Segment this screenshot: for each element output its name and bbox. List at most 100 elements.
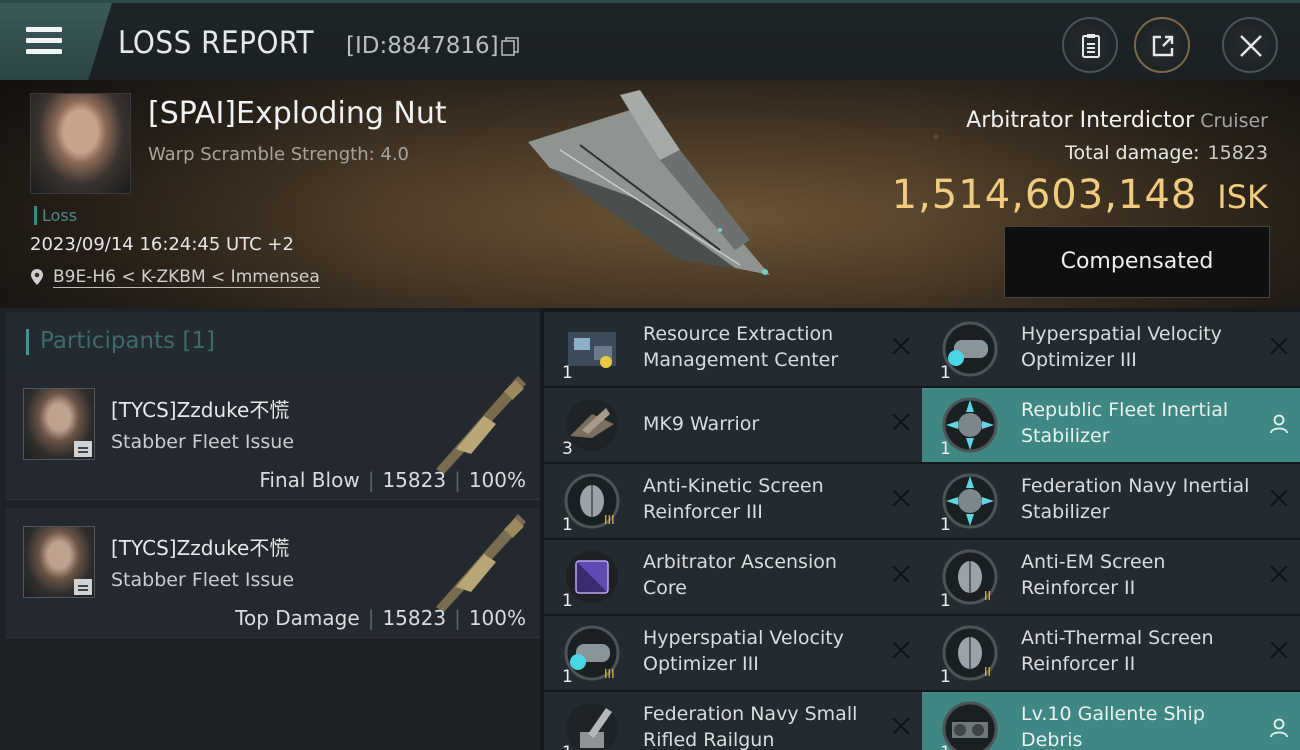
participant-name: [TYCS]Zzduke不慌	[111, 536, 290, 560]
participant-damage: 15823	[382, 468, 447, 492]
participant-avatar[interactable]	[23, 526, 95, 598]
item-slot[interactable]: 1 Arbitrator Ascension Core	[544, 540, 922, 614]
compensated-button[interactable]: Compensated	[1004, 226, 1270, 298]
participant-avatar[interactable]	[23, 388, 95, 460]
item-name: Federation Navy Small Rifled Railgun	[643, 703, 858, 750]
destroyed-icon	[892, 565, 910, 583]
top-bar: LOSS REPORT [ID:8847816]	[0, 0, 1300, 83]
item-quantity: 1	[940, 363, 951, 383]
victim-portrait[interactable]	[30, 93, 131, 194]
share-icon	[1152, 35, 1174, 57]
weapon-icon	[436, 514, 526, 612]
item-name: Republic Fleet Inertial Stabilizer	[1021, 399, 1229, 447]
participants-title: Participants [1]	[40, 328, 215, 354]
item-quantity: 1	[562, 515, 573, 535]
item-name: Anti-EM Screen Reinforcer II	[1021, 551, 1166, 599]
item-quantity: 1	[940, 439, 951, 459]
destroyed-icon	[1270, 641, 1288, 659]
item-quantity: 1	[562, 743, 573, 750]
participant-role: Top Damage	[235, 606, 360, 630]
total-damage-label: Total damage:	[1065, 142, 1200, 164]
item-slot[interactable]: 1 Federation Navy Small Rifled Railgun	[544, 692, 922, 750]
isk-unit: ISK	[1217, 178, 1268, 216]
item-name: Hyperspatial Velocity Optimizer III	[643, 627, 844, 675]
kill-timestamp: 2023/09/14 16:24:45 UTC +2	[30, 234, 294, 255]
destroyed-icon	[892, 413, 910, 431]
item-name: Anti-Kinetic Screen Reinforcer III	[643, 475, 824, 523]
participant-name: [TYCS]Zzduke不慌	[111, 398, 290, 422]
item-slot[interactable]: 1 Lv.10 Gallente Ship Debris	[922, 692, 1300, 750]
item-name: Resource Extraction Management Center	[643, 323, 839, 371]
participant-card[interactable]: [TYCS]Zzduke不慌 Stabber Fleet Issue Top D…	[6, 508, 540, 638]
destroyed-icon	[892, 717, 910, 735]
participant-role: Final Blow	[259, 468, 360, 492]
participant-card[interactable]: [TYCS]Zzduke不慌 Stabber Fleet Issue Final…	[6, 370, 540, 500]
participant-ship: Stabber Fleet Issue	[111, 569, 295, 591]
item-quantity: 1	[940, 515, 951, 535]
item-slot[interactable]: III 1 Anti-Kinetic Screen Reinforcer III	[544, 464, 922, 538]
corp-tag-icon	[74, 579, 92, 595]
ship-class: Cruiser	[1200, 110, 1268, 132]
total-damage-value: 15823	[1207, 142, 1268, 164]
total-damage: Total damage: 15823	[1065, 142, 1268, 164]
svg-text:II: II	[984, 589, 991, 603]
close-icon	[1240, 35, 1262, 57]
item-quantity: 1	[940, 667, 951, 687]
svg-text:II: II	[984, 665, 991, 679]
victim-summary: [SPAI]Exploding Nut Warp Scramble Streng…	[0, 80, 1300, 308]
isk-value: 1,514,603,148 ISK	[892, 172, 1268, 218]
menu-icon	[26, 27, 62, 55]
location-link[interactable]: B9E-H6 < K-ZKBM < Immensea	[53, 267, 320, 288]
item-name: Anti-Thermal Screen Reinforcer II	[1021, 627, 1214, 675]
item-slot[interactable]: III 1 Hyperspatial Velocity Optimizer II…	[544, 616, 922, 690]
ship-type[interactable]: Arbitrator Interdictor Cruiser	[966, 108, 1268, 133]
item-name: Hyperspatial Velocity Optimizer III	[1021, 323, 1222, 371]
page-title: LOSS REPORT	[118, 25, 315, 61]
isk-amount: 1,514,603,148	[891, 172, 1198, 218]
participant-percent: 100%	[468, 606, 526, 630]
item-name: Lv.10 Gallente Ship Debris	[1021, 703, 1205, 750]
loss-status-tag: Loss	[34, 206, 77, 225]
share-button[interactable]	[1134, 17, 1190, 73]
item-slot[interactable]: 1 Federation Navy Inertial Stabilizer	[922, 464, 1300, 538]
svg-text:III: III	[604, 667, 615, 681]
item-quantity: 1	[940, 743, 951, 750]
ship-render-image	[528, 90, 770, 275]
user-icon	[1270, 414, 1288, 434]
participants-panel: Participants [1] [TYCS]Zzduke不慌 Stabber …	[0, 308, 540, 750]
user-icon	[1270, 718, 1288, 738]
participant-ship: Stabber Fleet Issue	[111, 431, 295, 453]
item-quantity: 1	[562, 363, 573, 383]
item-name: Federation Navy Inertial Stabilizer	[1021, 475, 1250, 523]
warp-scramble-strength: Warp Scramble Strength: 4.0	[148, 144, 410, 165]
item-slot[interactable]: 1 Republic Fleet Inertial Stabilizer	[922, 388, 1300, 462]
ship-name: Arbitrator Interdictor	[966, 108, 1195, 133]
participants-header: Participants [1]	[6, 312, 540, 370]
destroyed-icon	[892, 337, 910, 355]
item-slot[interactable]: 1 Resource Extraction Management Center	[544, 312, 922, 386]
clipboard-button[interactable]	[1062, 17, 1118, 73]
item-slot[interactable]: 1 Hyperspatial Velocity Optimizer III	[922, 312, 1300, 386]
destroyed-icon	[1270, 337, 1288, 355]
item-slot[interactable]: II 1 Anti-Thermal Screen Reinforcer II	[922, 616, 1300, 690]
destroyed-icon	[892, 489, 910, 507]
item-name: Arbitrator Ascension Core	[643, 551, 837, 599]
participant-percent: 100%	[468, 468, 526, 492]
item-slot[interactable]: II 1 Anti-EM Screen Reinforcer II	[922, 540, 1300, 614]
participant-stats: Final Blow | 15823 | 100%	[259, 468, 526, 492]
item-quantity: 3	[562, 439, 573, 459]
menu-button[interactable]	[0, 3, 112, 83]
item-quantity: 1	[562, 591, 573, 611]
svg-text:III: III	[604, 513, 615, 527]
destroyed-icon	[1270, 565, 1288, 583]
close-button[interactable]	[1222, 17, 1278, 73]
weapon-icon	[436, 376, 526, 474]
dropped-items-grid: 1 Resource Extraction Management Center …	[540, 308, 1300, 750]
victim-name[interactable]: [SPAI]Exploding Nut	[148, 96, 447, 131]
location-pin-icon	[31, 269, 43, 285]
item-slot[interactable]: 3 MK9 Warrior	[544, 388, 922, 462]
participant-stats: Top Damage | 15823 | 100%	[235, 606, 526, 630]
destroyed-icon	[1270, 489, 1288, 507]
copy-icon[interactable]	[501, 37, 519, 57]
report-id: [ID:8847816]	[346, 33, 499, 59]
